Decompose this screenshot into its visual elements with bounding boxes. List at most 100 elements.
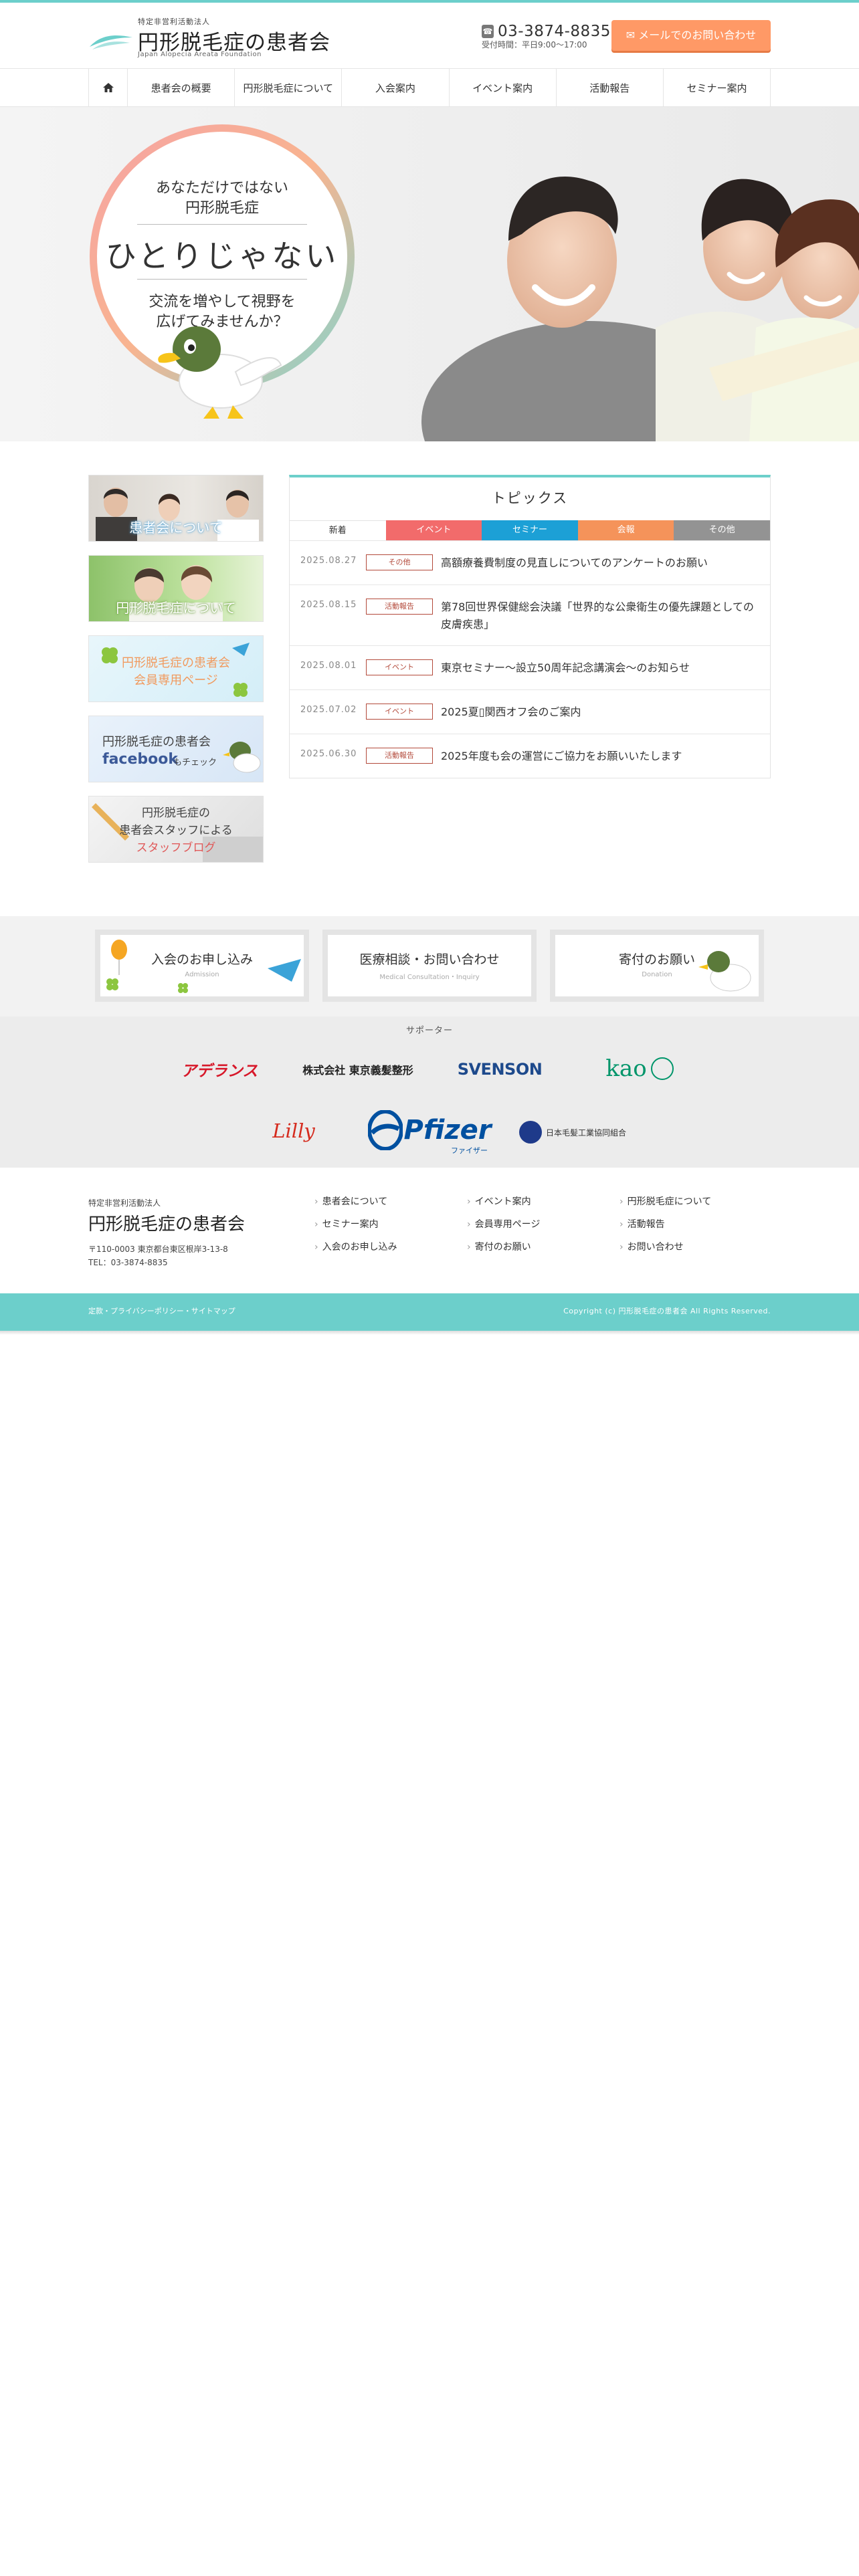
footer-link-contact[interactable]: お問い合わせ: [619, 1240, 771, 1253]
news-title-link[interactable]: 2025年度も会の運営にご協力をお願いいたします: [441, 748, 759, 765]
footer-link-seminars[interactable]: セミナー案内: [314, 1217, 467, 1230]
site-logo[interactable]: 特定非営利活動法人 円形脱毛症の患者会 Japan Alopecia Areat…: [88, 16, 369, 58]
news-item[interactable]: 2025.06.30 活動報告 2025年度も会の運営にご協力をお願いいたします: [290, 734, 770, 778]
tab-bulletin[interactable]: 会報: [577, 520, 674, 540]
supporter-logo-svenson[interactable]: SVENSON: [458, 1054, 543, 1085]
nav-item-alopecia[interactable]: 円形脱毛症について: [235, 69, 343, 106]
news-item[interactable]: 2025.07.02 イベント 2025夏▯関西オフ会のご案内: [290, 689, 770, 734]
tab-new[interactable]: 新着: [290, 520, 386, 540]
logo-english: Japan Alopecia Areata Foundation: [138, 51, 262, 58]
pfizer-pill-icon: [367, 1110, 403, 1150]
news-date: 2025.07.02: [300, 705, 357, 715]
footer-link-admission[interactable]: 入会のお申し込み: [314, 1240, 467, 1253]
bottom-links[interactable]: 定款・プライバシーポリシー・サイトマップ: [88, 1305, 235, 1316]
footer-org-subtitle: 特定非営利活動法人: [88, 1198, 161, 1208]
banner-members-page[interactable]: 円形脱毛症の患者会 会員専用ページ: [88, 635, 264, 702]
cta-consultation-en: Medical Consultation・Inquiry: [379, 974, 480, 981]
footer-link-reports[interactable]: 活動報告: [619, 1217, 771, 1230]
topics-title: トピックス: [491, 490, 569, 506]
banner-facebook-check: もチェック: [173, 758, 217, 768]
news-title-link[interactable]: 第78回世界保健総会決議「世界的な公衆衛生の優先課題としての皮膚疾患」: [441, 599, 759, 633]
nav-item-seminars[interactable]: セミナー案内: [664, 69, 771, 106]
banner-members-title: 円形脱毛症の患者会: [122, 656, 230, 670]
bottom-shadow: [0, 1331, 859, 1335]
cta-admission-en: Admission: [185, 971, 219, 978]
news-title-link[interactable]: 高額療養費制度の見直しについてのアンケートのお願い: [441, 554, 759, 572]
cta-donation-title: 寄付のお願い: [618, 952, 695, 967]
supporters-label: サポーター: [405, 1026, 453, 1036]
supporter-logo-nihon-mouhatsu[interactable]: 日本毛髪工業協同組合: [511, 1118, 634, 1146]
phone-icon: ☎: [482, 25, 494, 38]
topics-panel: トピックス 新着 イベント セミナー 会報 その他 2025.08.27 その他…: [289, 475, 771, 778]
banner-staff-blog-line1: 円形脱毛症の: [142, 807, 210, 820]
news-category-badge: 活動報告: [366, 599, 433, 615]
cta-admission[interactable]: 入会のお申し込み Admission: [95, 930, 309, 1002]
banner-about-alopecia[interactable]: 円形脱毛症について: [88, 555, 264, 622]
nav-item-membership[interactable]: 入会案内: [342, 69, 450, 106]
site-footer: 特定非営利活動法人 円形脱毛症の患者会 〒110-0003 東京都台東区根岸3-…: [88, 1168, 771, 1293]
mail-button-label: メールでのお問い合わせ: [638, 29, 757, 41]
news-category-badge: イベント: [366, 659, 433, 675]
banner-facebook[interactable]: 円形脱毛症の患者会 facebook もチェック: [88, 716, 264, 782]
news-category-badge: その他: [366, 554, 433, 570]
nav-item-reports[interactable]: 活動報告: [557, 69, 664, 106]
banner-staff-blog-line2: 患者会スタッフによる: [119, 824, 233, 837]
footer-link-about[interactable]: 患者会について: [314, 1194, 467, 1208]
footer-address: 〒110-0003 東京都台東区根岸3-13-8 TEL：03-3874-883…: [88, 1243, 228, 1269]
footer-postal-address: 〒110-0003 東京都台東区根岸3-13-8: [88, 1245, 228, 1254]
nav-item-events[interactable]: イベント案内: [450, 69, 557, 106]
news-date: 2025.06.30: [300, 749, 357, 759]
news-item[interactable]: 2025.08.27 その他 高額療養費制度の見直しについてのアンケートのお願い: [290, 540, 770, 584]
news-category-badge: イベント: [366, 704, 433, 720]
global-nav: 患者会の概要 円形脱毛症について 入会案内 イベント案内 活動報告 セミナー案内: [0, 68, 859, 107]
footer-link-alopecia[interactable]: 円形脱毛症について: [619, 1194, 771, 1208]
bottom-bar: 定款・プライバシーポリシー・サイトマップ Copyright (c) 円形脱毛症…: [0, 1293, 859, 1331]
banner-staff-blog[interactable]: 円形脱毛症の 患者会スタッフによる スタッフブログ: [88, 796, 264, 863]
hero-banner: あなただけではない 円形脱毛症 ひとりじゃない 交流を増やして視野を 広げてみま…: [0, 107, 859, 441]
footer-link-list: 患者会について イベント案内 円形脱毛症について セミナー案内 会員専用ページ …: [314, 1194, 771, 1253]
mail-icon: ✉: [626, 29, 639, 41]
duck-mascot-icon: [158, 326, 282, 419]
nihon-mouhatsu-emblem-icon: [518, 1121, 542, 1144]
phone-hours: 受付時間：平日9:00〜17:00: [482, 40, 587, 49]
cta-consultation[interactable]: 医療相談・お問い合わせ Medical Consultation・Inquiry: [322, 930, 537, 1002]
nav-item-overview[interactable]: 患者会の概要: [128, 69, 235, 106]
footer-link-members[interactable]: 会員専用ページ: [467, 1217, 619, 1230]
news-title-link[interactable]: 2025夏▯関西オフ会のご案内: [441, 704, 759, 721]
tab-event[interactable]: イベント: [385, 520, 482, 540]
nav-home[interactable]: [89, 69, 128, 106]
cta-donation-en: Donation: [642, 971, 672, 978]
cta-admission-title: 入会のお申し込み: [151, 952, 253, 967]
banner-about-association[interactable]: 患者会について: [88, 475, 264, 542]
cta-donation[interactable]: 寄付のお願い Donation: [550, 930, 764, 1002]
news-item[interactable]: 2025.08.15 活動報告 第78回世界保健総会決議「世界的な公衆衛生の優先…: [290, 584, 770, 645]
supporter-logo-kao[interactable]: kao: [595, 1043, 684, 1094]
supporter-logo-lilly[interactable]: Lilly: [264, 1114, 324, 1148]
footer-org-name: 円形脱毛症の患者会: [88, 1214, 246, 1235]
site-header: 特定非営利活動法人 円形脱毛症の患者会 Japan Alopecia Areat…: [88, 3, 771, 68]
news-category-badge: 活動報告: [366, 748, 433, 764]
cta-section: 入会のお申し込み Admission 医療相談・お問い合わせ Medical C…: [0, 916, 859, 1016]
banner-facebook-title: 円形脱毛症の患者会: [102, 735, 211, 749]
supporter-logo-aderans[interactable]: アデランス: [171, 1054, 268, 1085]
news-date: 2025.08.27: [300, 556, 357, 566]
copyright: Copyright (c) 円形脱毛症の患者会 All Rights Reser…: [563, 1307, 771, 1315]
phone-number: 03-3874-8835: [498, 23, 611, 40]
news-title-link[interactable]: 東京セミナー〜設立50周年記念講演会〜のお知らせ: [441, 659, 759, 677]
footer-link-donation[interactable]: 寄付のお願い: [467, 1240, 619, 1253]
tab-other[interactable]: その他: [674, 520, 770, 540]
mail-contact-button[interactable]: ✉ メールでのお問い合わせ: [611, 20, 771, 51]
logo-wave-icon: [90, 35, 132, 49]
news-item[interactable]: 2025.08.01 イベント 東京セミナー〜設立50周年記念講演会〜のお知らせ: [290, 645, 770, 689]
banner-about-alopecia-label: 円形脱毛症について: [116, 600, 236, 616]
hero-line2: 円形脱毛症: [185, 200, 259, 217]
home-icon: [102, 83, 114, 92]
footer-tel: TEL：03-3874-8835: [88, 1258, 168, 1267]
side-banners: 患者会について 円形脱毛症について 円形脱毛症の患者会 会員専用ページ 円形脱毛…: [88, 475, 264, 876]
main-content: 患者会について 円形脱毛症について 円形脱毛症の患者会 会員専用ページ 円形脱毛…: [88, 441, 771, 916]
footer-link-events[interactable]: イベント案内: [467, 1194, 619, 1208]
kao-moon-icon: [650, 1057, 674, 1080]
supporter-logo-pfizer[interactable]: Pfizer ファイザー: [367, 1102, 492, 1158]
tab-seminar[interactable]: セミナー: [482, 520, 578, 540]
supporter-logo-tokyo-gihatsu[interactable]: 株式会社 東京義髪整形: [301, 1054, 415, 1085]
